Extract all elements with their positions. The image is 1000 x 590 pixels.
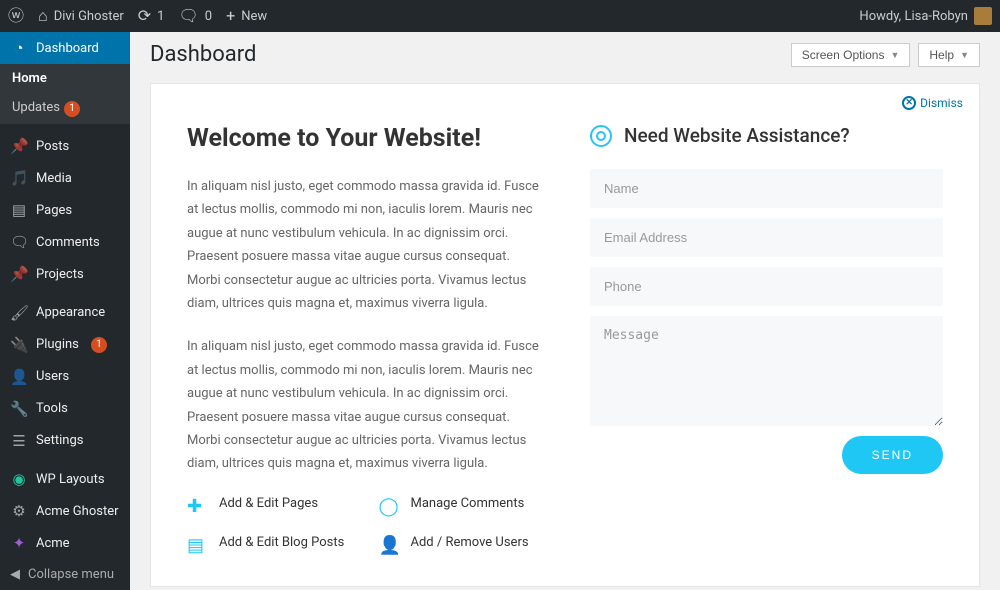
assist-heading: Need Website Assistance? [624, 124, 850, 147]
brush-icon: 🖌 [10, 304, 28, 322]
pin-icon: 📌 [10, 137, 28, 155]
updates-link[interactable]: ⟳1 [138, 8, 165, 24]
sidebar-item-tools[interactable]: 🔧Tools [0, 393, 130, 425]
sidebar-label: Dashboard [36, 41, 99, 56]
plugins-badge: 1 [91, 337, 107, 353]
email-field[interactable] [590, 218, 943, 257]
layouts-icon: ◉ [10, 470, 28, 488]
screen-options-button[interactable]: Screen Options▼ [791, 43, 911, 67]
quick-add-edit-posts[interactable]: ▤Add & Edit Blog Posts [187, 535, 349, 556]
admin-sidebar: ◔ Dashboard Home Updates1 📌Posts 🎵Media ▤… [0, 32, 130, 590]
page-plus-icon: ✚ [187, 496, 207, 517]
comments-count: 0 [205, 9, 212, 24]
gear-icon: ⚙ [10, 502, 28, 520]
quick-add-edit-pages[interactable]: ✚Add & Edit Pages [187, 496, 349, 517]
chevron-down-icon: ▼ [960, 50, 969, 60]
comments-link[interactable]: 🗨0 [178, 8, 212, 24]
message-field[interactable] [590, 316, 943, 426]
dismiss-button[interactable]: ✕Dismiss [902, 96, 963, 110]
acme-icon: ✦ [10, 534, 28, 552]
page-icon: ▤ [10, 201, 28, 219]
comment-icon: 🗨 [10, 233, 28, 251]
site-name-link[interactable]: ⌂ Divi Ghoster [38, 8, 124, 24]
chevron-down-icon: ▼ [890, 50, 899, 60]
pin-icon: 📌 [10, 265, 28, 283]
plus-icon: + [226, 8, 235, 24]
user-plus-icon: 👤 [379, 535, 399, 556]
sidebar-item-media[interactable]: 🎵Media [0, 162, 130, 194]
new-label: New [241, 9, 267, 24]
wrench-icon: 🔧 [10, 400, 28, 418]
send-button[interactable]: SEND [842, 436, 943, 474]
sidebar-subitem-home[interactable]: Home [0, 64, 130, 93]
sidebar-item-appearance[interactable]: 🖌Appearance [0, 297, 130, 329]
welcome-para-2: In aliquam nisl justo, eget commodo mass… [187, 335, 540, 475]
collapse-icon: ◀ [10, 567, 20, 582]
sidebar-item-projects[interactable]: 📌Projects [0, 258, 130, 290]
media-icon: 🎵 [10, 169, 28, 187]
howdy-link[interactable]: Howdy, Lisa-Robyn [859, 7, 992, 25]
sidebar-item-wp-layouts[interactable]: ◉WP Layouts [0, 463, 130, 495]
sidebar-subitem-updates[interactable]: Updates1 [0, 93, 130, 124]
sidebar-item-settings[interactable]: ☰Settings [0, 425, 130, 457]
doc-icon: ▤ [187, 535, 207, 556]
collapse-menu[interactable]: ◀Collapse menu [0, 559, 130, 590]
help-button[interactable]: Help▼ [918, 43, 980, 67]
sidebar-item-posts[interactable]: 📌Posts [0, 130, 130, 162]
main-content: Dashboard Screen Options▼ Help▼ ✕Dismiss… [130, 32, 1000, 590]
plug-icon: 🔌 [10, 336, 28, 354]
welcome-para-1: In aliquam nisl justo, eget commodo mass… [187, 175, 540, 315]
admin-bar: ⓦ ⌂Divi Ghoster ⟳1 🗨0 +New Howdy, Lisa-R… [0, 0, 1000, 32]
updates-count: 1 [157, 9, 164, 24]
phone-field[interactable] [590, 267, 943, 306]
quick-manage-comments[interactable]: ◯Manage Comments [379, 496, 541, 517]
wp-logo[interactable]: ⓦ [8, 8, 24, 24]
sidebar-item-acme[interactable]: ✦Acme [0, 527, 130, 559]
close-icon: ✕ [902, 96, 916, 110]
site-name: Divi Ghoster [54, 9, 124, 24]
updates-badge: 1 [64, 101, 80, 117]
howdy-text: Howdy, Lisa-Robyn [859, 9, 968, 24]
avatar [974, 7, 992, 25]
lifebuoy-icon [590, 125, 612, 147]
name-field[interactable] [590, 169, 943, 208]
chat-icon: ◯ [379, 496, 399, 517]
new-link[interactable]: + New [226, 8, 267, 24]
sidebar-item-users[interactable]: 👤Users [0, 361, 130, 393]
dashboard-icon: ◔ [10, 39, 28, 57]
page-title: Dashboard [150, 42, 256, 67]
sidebar-item-pages[interactable]: ▤Pages [0, 194, 130, 226]
welcome-panel: ✕Dismiss Welcome to Your Website! In ali… [150, 83, 980, 587]
sidebar-item-acme-ghoster[interactable]: ⚙Acme Ghoster [0, 495, 130, 527]
sidebar-item-dashboard[interactable]: ◔ Dashboard [0, 32, 130, 64]
sidebar-item-plugins[interactable]: 🔌Plugins1 [0, 329, 130, 361]
sliders-icon: ☰ [10, 432, 28, 450]
sidebar-item-comments[interactable]: 🗨Comments [0, 226, 130, 258]
user-icon: 👤 [10, 368, 28, 386]
welcome-heading: Welcome to Your Website! [187, 124, 540, 153]
home-icon: ⌂ [38, 8, 48, 24]
quick-add-remove-users[interactable]: 👤Add / Remove Users [379, 535, 541, 556]
refresh-icon: ⟳ [138, 8, 151, 24]
comment-icon: 🗨 [178, 8, 198, 24]
wordpress-icon: ⓦ [8, 8, 24, 24]
